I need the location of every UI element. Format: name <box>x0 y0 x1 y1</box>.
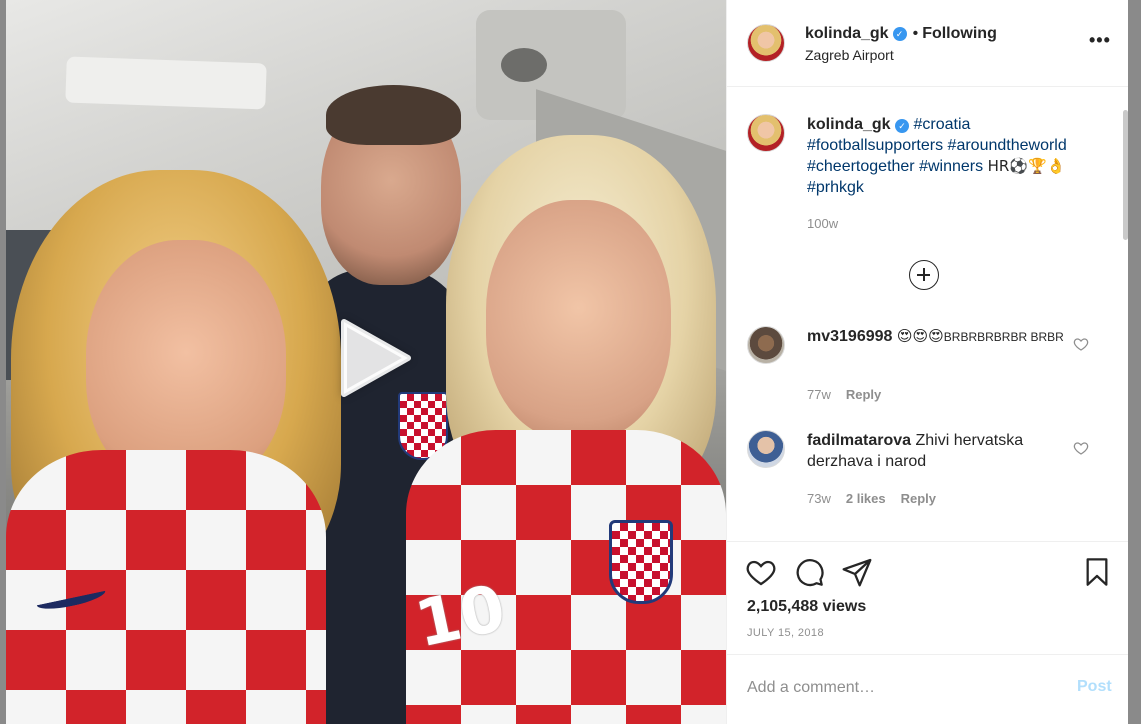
author-avatar[interactable] <box>747 24 785 62</box>
heart-icon[interactable] <box>745 556 777 588</box>
comment-text: mv3196998 😍😍😍BRBRBRBRBR BRBR <box>807 326 1069 348</box>
woman-right-face <box>486 200 671 440</box>
comment-meta: 77w Reply <box>807 387 881 402</box>
hashtag-link[interactable]: #footballsupporters <box>807 137 943 154</box>
verified-badge-icon: ✓ <box>895 119 910 133</box>
reply-button[interactable]: Reply <box>901 491 936 506</box>
add-circle-icon[interactable] <box>909 260 939 290</box>
comment-emojis: 😍😍😍 <box>896 327 944 345</box>
air-vent <box>501 48 547 82</box>
backdrop-right <box>1128 0 1141 724</box>
post-media-video[interactable]: 10 <box>6 0 726 724</box>
commenter-username[interactable]: fadilmatarova <box>807 432 911 449</box>
post-location[interactable]: Zagreb Airport <box>805 47 894 63</box>
jersey-crest-hns <box>609 520 673 604</box>
author-username[interactable]: kolinda_gk <box>805 25 889 43</box>
post-date: JULY 15, 2018 <box>747 627 824 639</box>
post-side-panel: kolinda_gk ✓ • Following Zagreb Airport … <box>726 0 1129 724</box>
play-icon <box>341 319 411 397</box>
header-user-line: kolinda_gk ✓ • Following <box>805 25 997 43</box>
verified-badge-icon: ✓ <box>892 27 907 41</box>
likes-count-button[interactable]: 2 likes <box>846 491 886 506</box>
hashtag-link[interactable]: #winners <box>919 158 983 175</box>
hashtag-link[interactable]: #croatia <box>913 116 970 133</box>
bookmark-icon[interactable] <box>1081 556 1113 588</box>
comments-scroll-area[interactable]: kolinda_gk ✓ #croatia #footballsupporter… <box>727 88 1129 540</box>
woman-left-jersey <box>6 450 326 724</box>
add-comment-bar: Post <box>727 656 1129 724</box>
more-options-icon[interactable]: ••• <box>1089 30 1111 51</box>
man-hair <box>326 85 461 145</box>
caption-timestamp[interactable]: 100w <box>807 216 838 231</box>
heart-icon[interactable] <box>1073 440 1089 456</box>
comment-input[interactable] <box>747 676 1067 700</box>
action-bar: 2,105,488 views JULY 15, 2018 <box>727 541 1129 655</box>
woman-right-jersey <box>406 430 726 724</box>
comment-icon[interactable] <box>793 556 825 588</box>
comment-timestamp[interactable]: 77w <box>807 387 831 402</box>
commenter-avatar[interactable] <box>747 430 785 468</box>
post-comment-button[interactable]: Post <box>1077 678 1112 696</box>
reply-button[interactable]: Reply <box>846 387 881 402</box>
commenter-avatar[interactable] <box>747 326 785 364</box>
heart-icon[interactable] <box>1073 336 1089 352</box>
caption-text: kolinda_gk ✓ #croatia #footballsupporter… <box>807 114 1107 198</box>
share-icon[interactable] <box>841 556 873 588</box>
post-header: kolinda_gk ✓ • Following Zagreb Airport … <box>727 0 1129 87</box>
separator-dot: • <box>912 25 919 42</box>
commenter-username[interactable]: mv3196998 <box>807 328 892 345</box>
hashtag-link[interactable]: #prhkgk <box>807 179 864 196</box>
hashtag-link[interactable]: #aroundtheworld <box>948 137 1067 154</box>
comment-timestamp[interactable]: 73w <box>807 491 831 506</box>
caption-emojis: HR⚽🏆👌 <box>987 157 1066 175</box>
play-button[interactable] <box>336 318 416 398</box>
caption-username[interactable]: kolinda_gk <box>807 116 891 133</box>
comment-body: BRBRBRBRBR BRBR <box>943 330 1064 344</box>
hashtag-link[interactable]: #cheertogether <box>807 158 915 175</box>
view-count[interactable]: 2,105,488 views <box>747 598 866 616</box>
caption-avatar[interactable] <box>747 114 785 152</box>
following-button[interactable]: Following <box>922 25 997 43</box>
comment-text: fadilmatarova Zhivi hervatska derzhava i… <box>807 430 1069 472</box>
comment-meta: 73w 2 likes Reply <box>807 491 936 506</box>
overhead-bin <box>65 56 267 110</box>
